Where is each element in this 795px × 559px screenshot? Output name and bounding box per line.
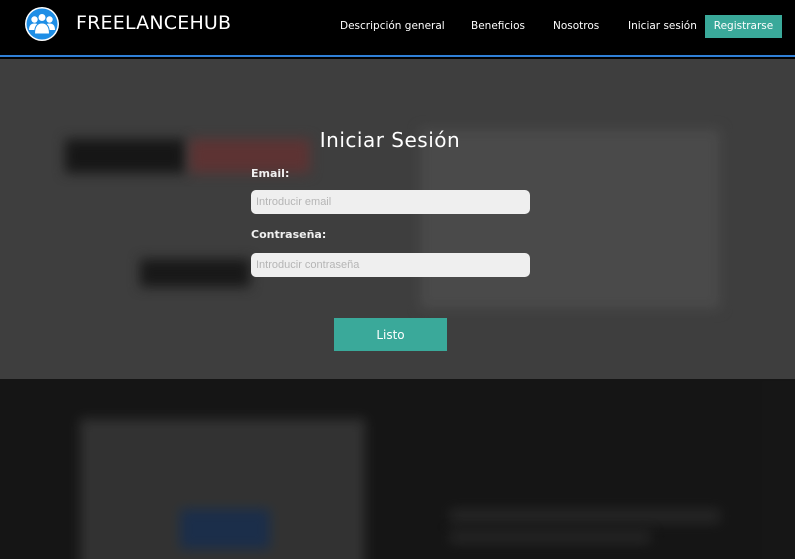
- nav-link-overview[interactable]: Descripción general: [340, 20, 445, 32]
- nav-link-about[interactable]: Nosotros: [553, 20, 599, 32]
- register-button[interactable]: Registrarse: [705, 15, 782, 38]
- email-field[interactable]: [251, 190, 530, 214]
- password-label: Contraseña:: [251, 228, 327, 241]
- nav-link-benefits[interactable]: Beneficios: [471, 20, 525, 32]
- top-navbar: FREELANCEHUB Descripción general Benefic…: [0, 0, 795, 57]
- email-label: Email:: [251, 167, 290, 180]
- submit-button[interactable]: Listo: [334, 318, 447, 351]
- brand-name[interactable]: FREELANCEHUB: [76, 12, 231, 34]
- nav-link-login[interactable]: Iniciar sesión: [628, 20, 697, 32]
- password-field[interactable]: [251, 253, 530, 277]
- users-group-icon[interactable]: [24, 6, 60, 42]
- modal-title: Iniciar Sesión: [319, 128, 461, 152]
